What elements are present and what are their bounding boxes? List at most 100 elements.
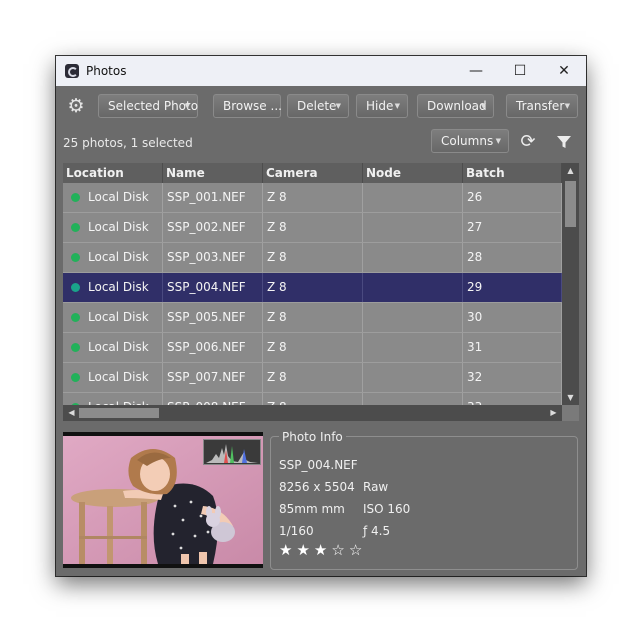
refresh-icon[interactable]: ⟳ <box>518 132 538 152</box>
status-dot-icon <box>71 193 80 202</box>
table-row[interactable]: Local Disk SSP_005.NEF Z 8 30 <box>63 303 562 333</box>
cell-name: SSP_007.NEF <box>163 363 263 392</box>
vertical-scroll-thumb[interactable] <box>565 181 576 227</box>
cell-batch: 28 <box>463 243 562 272</box>
photo-preview[interactable] <box>63 432 263 568</box>
column-header-location[interactable]: Location <box>63 163 163 183</box>
star-filled-icon[interactable]: ★ <box>314 541 331 559</box>
vertical-scrollbar[interactable]: ▲ ▼ <box>562 163 579 405</box>
star-empty-icon[interactable]: ☆ <box>349 541 366 559</box>
star-rating[interactable]: ★★★☆☆ <box>279 541 366 559</box>
table-row[interactable]: Local Disk SSP_001.NEF Z 8 26 <box>63 183 562 213</box>
cell-node <box>363 183 463 212</box>
table-row[interactable]: Local Disk SSP_008.NEFZ 8 33 <box>63 393 562 405</box>
star-empty-icon[interactable]: ☆ <box>331 541 348 559</box>
toolbar-button-label: Transfer <box>516 99 565 113</box>
status-dot-icon <box>71 343 80 352</box>
location-text: Local Disk <box>88 280 149 294</box>
photos-window: Photos — ☐ ✕ ⚙ Selected Photo ▼ Browse ...… <box>56 56 586 576</box>
location-text: Local Disk <box>88 393 149 405</box>
column-header-name[interactable]: Name <box>163 163 263 183</box>
window-title: Photos <box>86 64 127 78</box>
table-row[interactable]: Local Disk SSP_007.NEF Z 8 32 <box>63 363 562 393</box>
cell-location: Local Disk <box>63 213 163 242</box>
toolbar-button-0[interactable]: Selected Photo ▼ <box>98 94 198 118</box>
toolbar-button-4[interactable]: Download ▼ <box>417 94 494 118</box>
photo-table: Location Name Camera Node Batch Local Disk SS… <box>63 163 579 421</box>
chevron-down-icon: ▼ <box>394 102 400 110</box>
status-dot-icon <box>71 313 80 322</box>
photo-aperture: ƒ 4.5 <box>363 524 391 538</box>
toolbar-button-1[interactable]: Browse ... <box>213 94 282 118</box>
scroll-down-icon[interactable]: ▼ <box>562 390 579 405</box>
photo-info-legend: Photo Info <box>279 430 346 444</box>
cell-camera: Z 8 <box>263 243 363 272</box>
toolbar: ⚙ Selected Photo ▼ Browse ... Delete ▼ Hide ▼ D… <box>56 86 586 126</box>
cell-batch: 26 <box>463 183 562 212</box>
toolbar-button-2[interactable]: Delete ▼ <box>287 94 349 118</box>
star-filled-icon[interactable]: ★ <box>279 541 296 559</box>
app-icon <box>65 64 79 78</box>
chevron-down-icon: ▼ <box>335 102 341 110</box>
filter-icon[interactable] <box>556 134 572 150</box>
maximize-button[interactable]: ☐ <box>498 56 542 86</box>
horizontal-scroll-thumb[interactable] <box>79 408 159 418</box>
table-row[interactable]: Local Disk SSP_004.NEF Z 8 29 <box>63 273 562 303</box>
photo-filename: SSP_004.NEF <box>279 458 358 472</box>
gear-icon[interactable]: ⚙ <box>66 96 86 116</box>
cell-name: SSP_006.NEF <box>163 333 263 362</box>
location-text: Local Disk <box>88 190 149 204</box>
close-button[interactable]: ✕ <box>542 56 586 86</box>
toolbar-button-3[interactable]: Hide ▼ <box>356 94 408 118</box>
scroll-left-icon[interactable]: ◀ <box>63 405 80 421</box>
photo-count-status: 25 photos, 1 selected <box>63 136 193 150</box>
status-dot-icon <box>71 373 80 382</box>
histogram-icon <box>203 439 261 465</box>
column-header-node[interactable]: Node <box>363 163 463 183</box>
toolbar-button-label: Browse ... <box>223 99 282 113</box>
cell-batch: 31 <box>463 333 562 362</box>
cell-name: SSP_004.NEF <box>163 273 263 302</box>
chevron-down-icon: ▼ <box>184 102 190 110</box>
cell-batch: 33 <box>463 393 562 405</box>
cell-location: Local Disk <box>63 333 163 362</box>
horizontal-scrollbar[interactable]: ◀ ▶ <box>63 405 562 421</box>
table-row[interactable]: Local Disk SSP_002.NEF Z 8 27 <box>63 213 562 243</box>
status-dot-icon <box>71 223 80 232</box>
table-row[interactable]: Local Disk SSP_006.NEF Z 8 31 <box>63 333 562 363</box>
cell-node <box>363 273 463 302</box>
cell-batch: 30 <box>463 303 562 332</box>
cell-node <box>363 303 463 332</box>
column-header-batch[interactable]: Batch <box>463 163 562 183</box>
columns-button[interactable]: Columns ▼ <box>431 129 509 153</box>
chevron-down-icon: ▼ <box>564 102 570 110</box>
toolbar-button-label: Hide <box>366 99 394 113</box>
cell-name: SSP_001.NEF <box>163 183 263 212</box>
star-filled-icon[interactable]: ★ <box>296 541 313 559</box>
status-dot-icon <box>71 253 80 262</box>
photo-focal-length: 85mm mm <box>279 502 345 516</box>
location-text: Local Disk <box>88 340 149 354</box>
columns-button-label: Columns <box>441 134 494 148</box>
cell-node <box>363 363 463 392</box>
scroll-right-icon[interactable]: ▶ <box>545 405 562 421</box>
scroll-up-icon[interactable]: ▲ <box>562 163 579 178</box>
column-header-camera[interactable]: Camera <box>263 163 363 183</box>
cell-name: SSP_003.NEF <box>163 243 263 272</box>
cell-location: Local Disk <box>63 243 163 272</box>
cell-location: Local Disk <box>63 273 163 302</box>
cell-batch: 27 <box>463 213 562 242</box>
cell-location: Local Disk <box>63 303 163 332</box>
photo-format: Raw <box>363 480 389 494</box>
toolbar-button-5[interactable]: Transfer ▼ <box>506 94 578 118</box>
preview-image <box>63 436 263 564</box>
location-text: Local Disk <box>88 310 149 324</box>
cell-name: SSP_002.NEF <box>163 213 263 242</box>
cell-camera: Z 8 <box>263 393 363 405</box>
minimize-button[interactable]: — <box>454 56 498 86</box>
table-row[interactable]: Local Disk SSP_003.NEF Z 8 28 <box>63 243 562 273</box>
chevron-down-icon: ▼ <box>495 137 501 145</box>
table-body: Local Disk SSP_001.NEF Z 8 26 Local Disk SSP_… <box>63 183 562 405</box>
cell-batch: 32 <box>463 363 562 392</box>
title-bar: Photos — ☐ ✕ <box>56 56 586 86</box>
